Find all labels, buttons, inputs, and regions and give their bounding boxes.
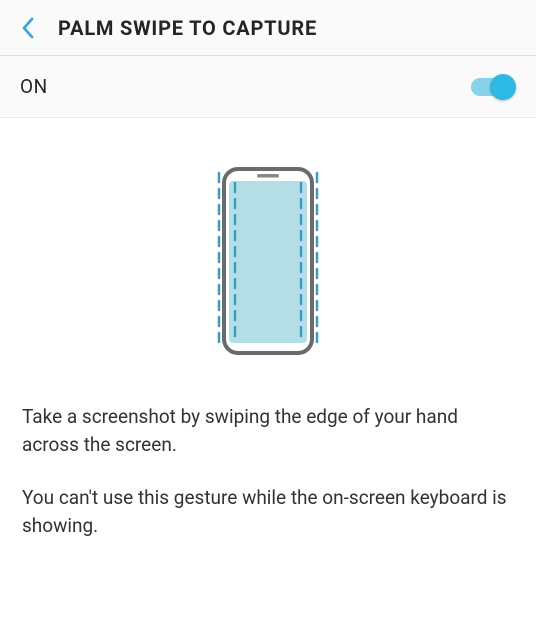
toggle-thumb (490, 74, 516, 100)
back-button[interactable] (12, 12, 44, 44)
description-paragraph-1: Take a screenshot by swiping the edge of… (22, 403, 514, 458)
toggle-switch[interactable] (468, 74, 516, 100)
description-paragraph-2: You can't use this gesture while the on-… (22, 484, 514, 539)
toggle-label: ON (20, 75, 48, 98)
illustration (0, 118, 536, 403)
phone-swipe-illustration (203, 161, 333, 361)
content-area: Take a screenshot by swiping the edge of… (0, 118, 536, 640)
header-bar: PALM SWIPE TO CAPTURE (0, 0, 536, 56)
chevron-left-icon (20, 16, 36, 40)
page-title: PALM SWIPE TO CAPTURE (58, 16, 317, 40)
description-block: Take a screenshot by swiping the edge of… (0, 403, 536, 539)
toggle-row[interactable]: ON (0, 56, 536, 118)
